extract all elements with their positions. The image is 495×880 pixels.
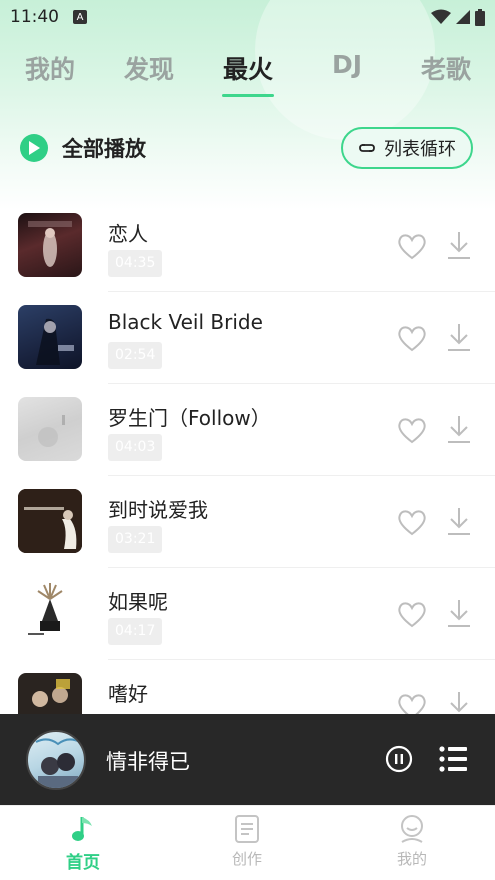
category-tabs: 我的 发现 最火 DJ 老歌 [0, 44, 495, 104]
song-row[interactable]: Black Veil Bride 02:54 [0, 292, 495, 384]
song-duration: 03:21 [108, 526, 163, 553]
song-title: 如果呢 [108, 590, 168, 614]
tab-hottest[interactable]: 最火 [223, 50, 273, 86]
song-row[interactable]: 到时说爱我 03:21 [0, 476, 495, 568]
heart-icon[interactable] [397, 508, 427, 536]
download-icon[interactable] [446, 506, 472, 536]
nav-home[interactable]: 首页 [43, 814, 123, 873]
loop-mode-label: 列表循环 [384, 139, 456, 160]
signal-icon [456, 10, 470, 24]
battery-icon [475, 8, 485, 26]
album-cover [18, 213, 82, 277]
mini-player[interactable]: 情非得已 [0, 714, 495, 805]
download-icon[interactable] [446, 598, 472, 628]
song-row[interactable]: 罗生门（Follow） 04:03 [0, 384, 495, 476]
document-icon [235, 815, 259, 843]
song-row[interactable]: 如果呢 04:17 [0, 568, 495, 660]
download-icon[interactable] [446, 322, 472, 352]
song-duration: 02:54 [108, 342, 163, 369]
nav-home-label: 首页 [66, 853, 100, 873]
song-row[interactable]: 恋人 04:35 [0, 200, 495, 292]
heart-icon[interactable] [397, 416, 427, 444]
tab-oldies[interactable]: 老歌 [421, 50, 471, 86]
tab-dj[interactable]: DJ [332, 50, 362, 79]
notification-badge: A [73, 10, 87, 24]
song-title: 到时说爱我 [108, 498, 208, 522]
now-playing-title: 情非得已 [106, 750, 190, 774]
album-cover [18, 581, 82, 645]
song-title: 嗜好 [108, 682, 148, 706]
song-title: 恋人 [108, 222, 148, 246]
nav-mine[interactable]: 我的 [372, 814, 452, 869]
wifi-icon [431, 9, 451, 24]
song-duration: 04:35 [108, 250, 163, 277]
nav-create[interactable]: 创作 [207, 814, 287, 869]
song-duration: 04:17 [108, 618, 163, 645]
play-all-button[interactable]: 全部播放 [20, 133, 146, 163]
song-title: 罗生门（Follow） [108, 406, 271, 430]
person-icon [401, 815, 423, 843]
status-icons [431, 8, 485, 26]
heart-icon[interactable] [397, 600, 427, 628]
album-cover [18, 305, 82, 369]
play-all-label: 全部播放 [62, 137, 146, 161]
bottom-navigation: 首页 创作 我的 [0, 805, 495, 880]
play-icon [20, 134, 48, 162]
album-cover [18, 489, 82, 553]
song-title: Black Veil Bride [108, 310, 263, 334]
download-icon[interactable] [446, 414, 472, 444]
heart-icon[interactable] [397, 232, 427, 260]
loop-icon [359, 144, 375, 152]
now-playing-cover[interactable] [26, 730, 86, 790]
active-tab-indicator [222, 94, 274, 97]
pause-icon[interactable] [385, 745, 413, 773]
nav-mine-label: 我的 [396, 850, 427, 868]
song-duration: 04:03 [108, 434, 163, 461]
music-note-icon [72, 817, 92, 841]
loop-mode-button[interactable]: 列表循环 [341, 127, 473, 169]
tab-mine[interactable]: 我的 [25, 50, 75, 86]
nav-create-label: 创作 [231, 850, 262, 868]
album-cover [18, 397, 82, 461]
status-time: 11:40 [10, 7, 59, 27]
tab-discover[interactable]: 发现 [124, 50, 174, 86]
download-icon[interactable] [446, 230, 472, 260]
playlist-icon[interactable] [439, 746, 467, 772]
status-bar: 11:40 A [0, 0, 495, 34]
heart-icon[interactable] [397, 324, 427, 352]
